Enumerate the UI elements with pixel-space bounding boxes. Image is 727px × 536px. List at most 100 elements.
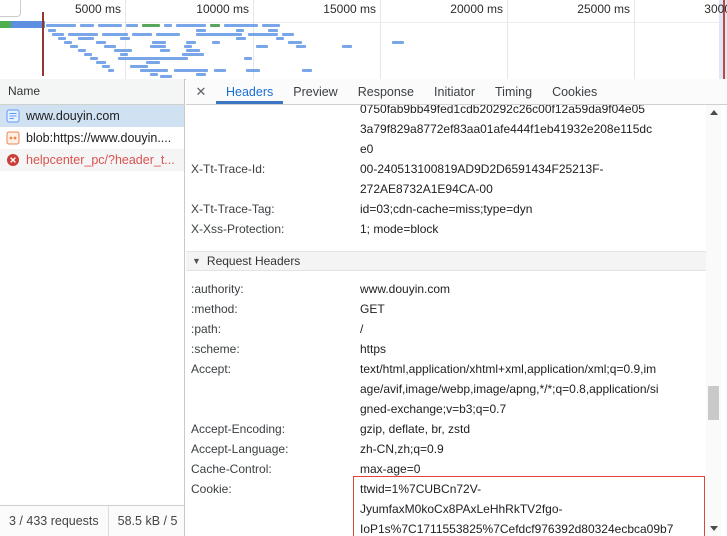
waterfall-bar [176,24,206,27]
header-entry: X-Tt-Trace-Tag:id=03;cdn-cache=miss;type… [186,199,706,219]
devtools-network-panel: 5000 ms10000 ms15000 ms20000 ms25000 ms3… [0,0,727,536]
header-key: X-Tt-Trace-Tag: [186,199,360,219]
header-key: Accept: [186,359,360,379]
waterfall-bar [98,24,122,27]
header-entry: X-Tt-Trace-Id:00-240513100819AD9D2D65914… [186,159,706,199]
waterfall-bar [196,29,206,32]
waterfall-bar [282,33,294,36]
header-entry: Accept:text/html,application/xhtml+xml,a… [186,359,706,419]
scroll-up-icon[interactable] [706,105,721,120]
waterfall-bar [256,45,268,48]
header-value: zh-CN,zh;q=0.9 [360,439,704,459]
document-icon [6,109,20,123]
header-entry: Accept-Encoding:gzip, deflate, br, zstd [186,419,706,439]
close-icon[interactable]: ✕ [186,84,216,100]
header-value: / [360,319,704,339]
waterfall-bar [102,65,110,68]
tab-cookies[interactable]: Cookies [542,79,607,104]
waterfall-bar [90,57,98,60]
request-row[interactable]: helpcenter_pc/?header_t... [0,149,184,171]
media-icon [6,131,20,145]
tab-initiator[interactable]: Initiator [424,79,485,104]
tab-preview[interactable]: Preview [283,79,347,104]
waterfall-bar [224,24,258,27]
network-overview[interactable]: 5000 ms10000 ms15000 ms20000 ms25000 ms3… [0,0,727,80]
scrollbar-thumb[interactable] [708,386,719,420]
waterfall-bar [146,61,160,64]
header-key: X-Tt-Trace-Id: [186,159,360,179]
header-key: :method: [186,299,360,319]
header-entry: Accept-Language:zh-CN,zh;q=0.9 [186,439,706,459]
waterfall-bar [248,33,278,36]
waterfall-bar [182,53,204,56]
waterfall-bar [176,57,188,60]
waterfall-bar [186,49,200,52]
tab-headers[interactable]: Headers [216,79,283,104]
header-key: X-Xss-Protection: [186,219,360,239]
waterfall-bar [268,29,278,32]
detail-tab-bar: ✕ HeadersPreviewResponseInitiatorTimingC… [186,79,727,105]
request-row[interactable]: blob:https://www.douyin.... [0,127,184,149]
waterfall-bar [392,41,404,44]
section-title: Request Headers [207,254,300,268]
waterfall-bar [64,41,72,44]
header-entry: Cookie:ttwid=1%7CUBCn72V- JyumfaxM0koCx8… [186,479,706,536]
header-key: Cookie: [186,479,360,499]
request-row[interactable]: www.douyin.com [0,105,184,127]
header-value: 0750fab9bb49fed1cdb20292c26c00f12a59da9f… [360,105,704,159]
header-key: :path: [186,319,360,339]
first-request-bar-blue [11,21,45,28]
waterfall-bar [120,37,130,40]
waterfall-bar [78,37,94,40]
waterfall-bar [142,24,160,27]
waterfall-bar [196,33,242,36]
waterfall-bar [102,33,128,36]
request-detail-panel: ✕ HeadersPreviewResponseInitiatorTimingC… [186,79,727,536]
waterfall-bar [132,33,152,36]
waterfall-bar [152,41,166,44]
header-entry: :method:GET [186,299,706,319]
waterfall-bar [78,49,86,52]
waterfall-bar [108,69,114,72]
header-entry: :path:/ [186,319,706,339]
header-entry: :scheme:https [186,339,706,359]
waterfall-bar [262,24,280,27]
collapse-arrow-icon: ▼ [192,252,201,270]
request-name: www.douyin.com [26,109,120,123]
overview-lane-separator [45,22,727,23]
waterfall-bar [120,53,128,56]
header-entry: X-Xss-Protection:1; mode=block [186,219,706,239]
waterfall-bar [68,33,98,36]
request-name: helpcenter_pc/?header_t... [26,153,175,167]
waterfall-bar [52,33,64,36]
name-column-header[interactable]: Name [0,79,184,105]
scroll-down-icon[interactable] [706,521,721,536]
waterfall-bar [302,69,312,72]
waterfall-bar [246,69,260,72]
header-entry: 0750fab9bb49fed1cdb20292c26c00f12a59da9f… [186,105,706,159]
vertical-scrollbar[interactable] [706,105,721,536]
waterfall-bar [164,24,172,27]
waterfall-bar [236,29,244,32]
waterfall-bar [210,24,220,27]
header-key: Accept-Encoding: [186,419,360,439]
waterfall-bar [236,37,246,40]
request-list-panel: Name www.douyin.com blob:https://www.douy… [0,79,185,536]
waterfall-bar [126,24,138,27]
waterfall-bar [296,45,306,48]
waterfall-bar [46,24,76,27]
tab-timing[interactable]: Timing [485,79,542,104]
header-key: :scheme: [186,339,360,359]
waterfall-bar [288,41,302,44]
tab-response[interactable]: Response [348,79,424,104]
transferred-size: 58.5 kB / 5 [109,514,184,528]
waterfall-bar [70,45,78,48]
header-value: text/html,application/xhtml+xml,applicat… [360,359,704,419]
header-key: Cache-Control: [186,459,360,479]
waterfall-bar [140,69,168,72]
first-request-bar-green [0,21,11,28]
waterfall-bar [58,37,66,40]
request-headers-section-toggle[interactable]: ▼ Request Headers [186,251,706,271]
load-event-line [42,12,44,76]
waterfall-bar [160,49,170,52]
